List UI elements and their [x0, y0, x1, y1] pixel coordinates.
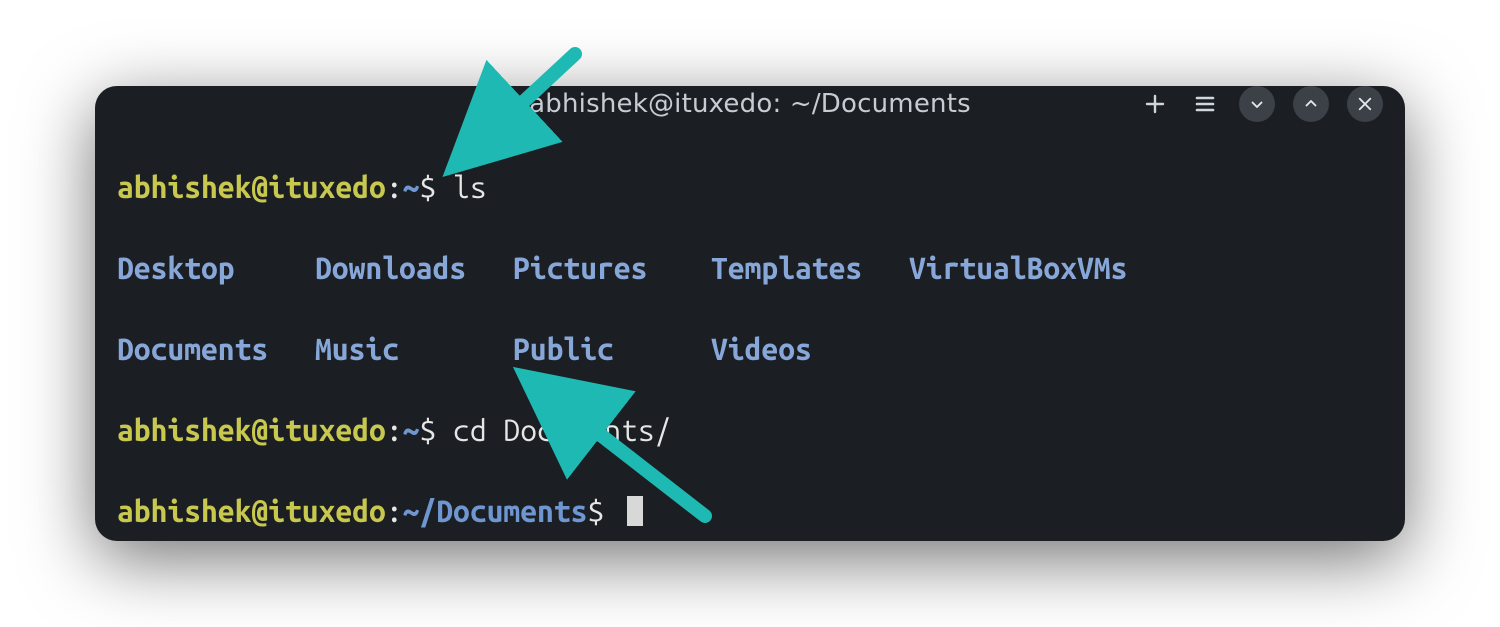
prompt-user-host: abhishek@ituxedo — [117, 413, 386, 447]
prompt-separator: : — [386, 170, 403, 204]
prompt-separator: : — [386, 413, 403, 447]
titlebar-controls — [1139, 86, 1383, 122]
prompt-dollar: $ — [419, 413, 453, 447]
prompt-line-1: abhishek@ituxedo:~$ ls — [117, 167, 1383, 208]
cursor — [627, 496, 643, 526]
new-tab-button[interactable] — [1139, 88, 1171, 120]
prompt-path: ~ — [403, 170, 420, 204]
dir-desktop: Desktop — [117, 248, 315, 289]
prompt-dollar: $ — [587, 494, 621, 528]
command-cd: cd Documents/ — [453, 413, 671, 447]
dir-videos: Videos — [711, 329, 812, 370]
dir-templates: Templates — [711, 248, 909, 289]
prompt-path: ~ — [403, 413, 420, 447]
dir-documents: Documents — [117, 329, 315, 370]
dir-public: Public — [513, 329, 711, 370]
dir-music: Music — [315, 329, 513, 370]
window-title: abhishek@ituxedo: ~/Documents — [529, 89, 971, 119]
maximize-button[interactable] — [1293, 86, 1329, 122]
prompt-path: ~/Documents — [403, 494, 588, 528]
prompt-user-host: abhishek@ituxedo — [117, 494, 386, 528]
prompt-dollar: $ — [419, 170, 453, 204]
prompt-line-2: abhishek@ituxedo:~$ cd Documents/ — [117, 410, 1383, 451]
close-button[interactable] — [1347, 86, 1383, 122]
terminal-body[interactable]: abhishek@ituxedo:~$ ls DesktopDownloadsP… — [95, 122, 1405, 541]
titlebar: abhishek@ituxedo: ~/Documents — [95, 86, 1405, 122]
hamburger-menu-button[interactable] — [1189, 88, 1221, 120]
ls-output-row-2: DocumentsMusicPublicVideos — [117, 329, 1383, 370]
dir-virtualboxvms: VirtualBoxVMs — [909, 248, 1127, 289]
prompt-separator: : — [386, 494, 403, 528]
command-ls: ls — [453, 170, 487, 204]
prompt-user-host: abhishek@ituxedo — [117, 170, 386, 204]
dir-downloads: Downloads — [315, 248, 513, 289]
ls-output-row-1: DesktopDownloadsPicturesTemplatesVirtual… — [117, 248, 1383, 289]
terminal-window: abhishek@ituxedo: ~/Documents — [95, 86, 1405, 541]
dir-pictures: Pictures — [513, 248, 711, 289]
prompt-line-3: abhishek@ituxedo:~/Documents$ — [117, 491, 1383, 532]
minimize-button[interactable] — [1239, 86, 1275, 122]
